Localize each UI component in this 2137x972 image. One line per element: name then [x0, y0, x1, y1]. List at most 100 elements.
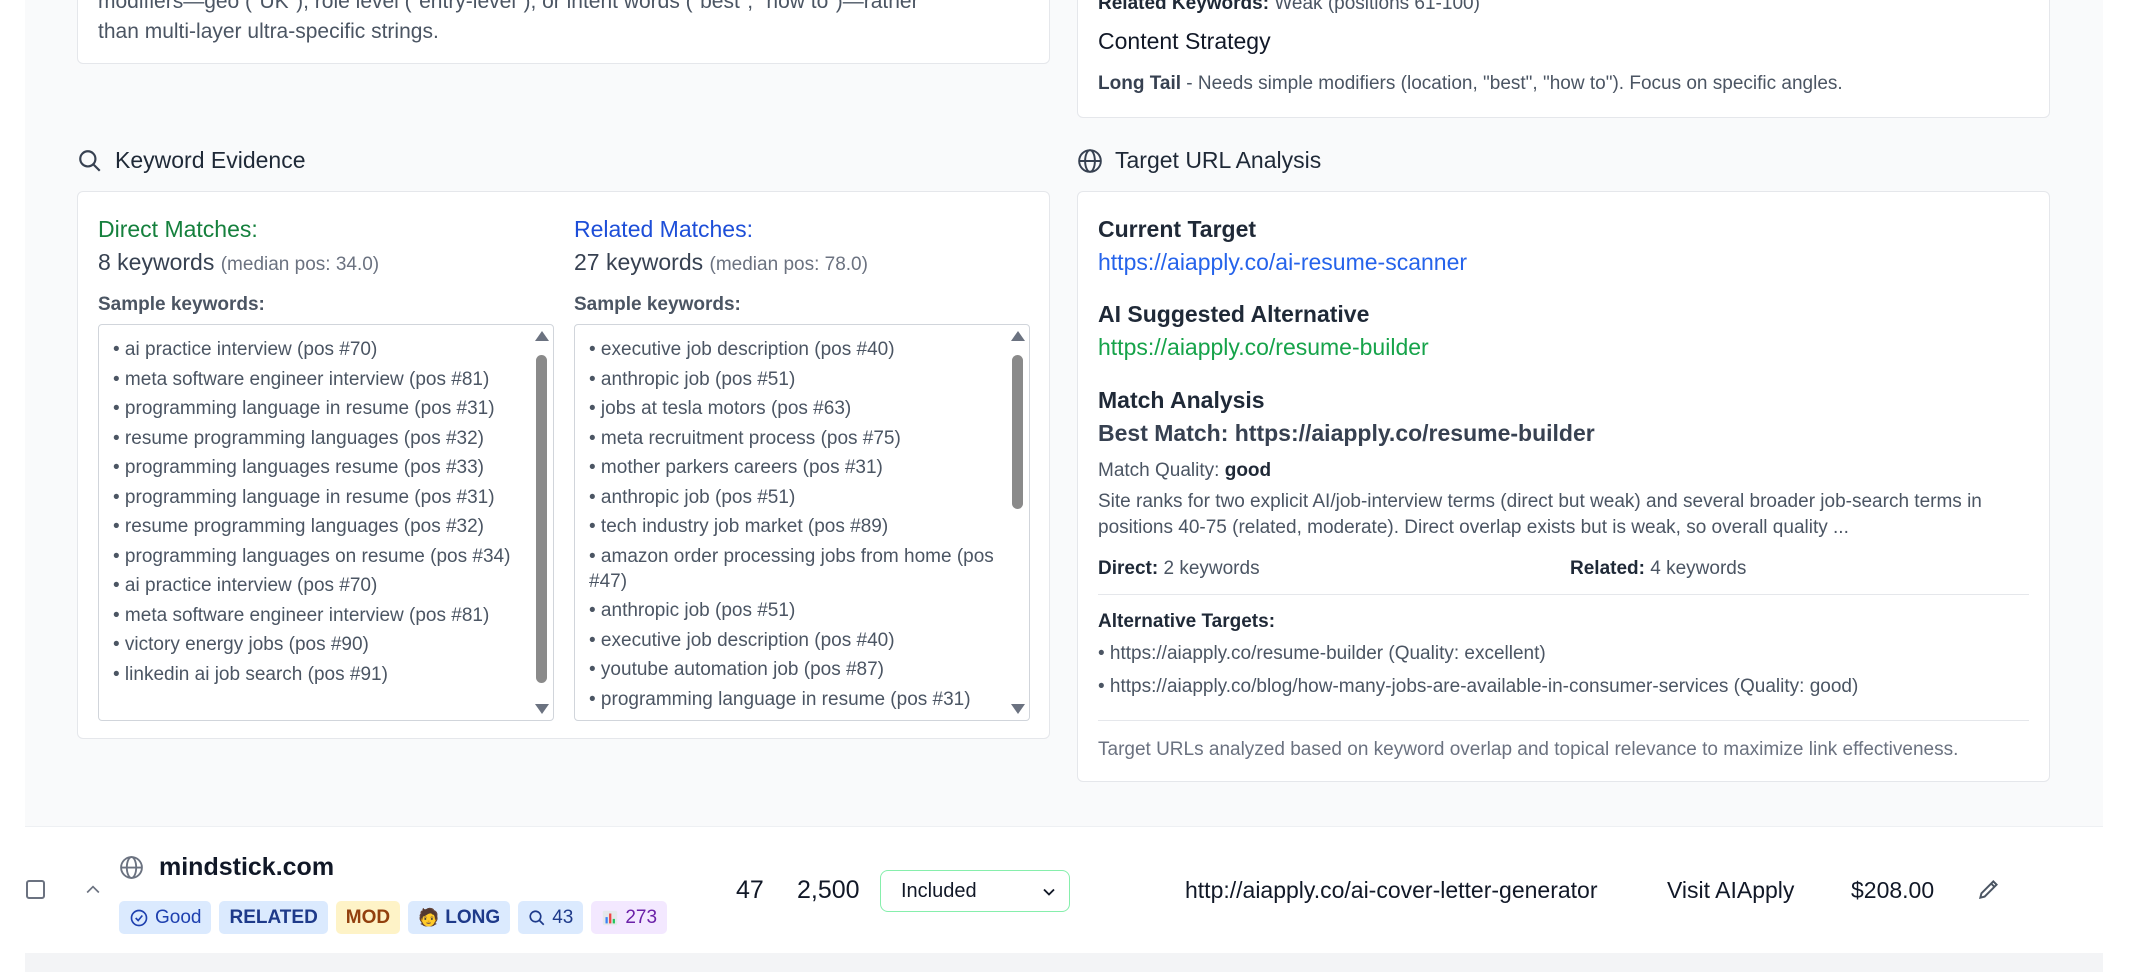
keyword-item: • ai practice interview (pos #70) [113, 575, 378, 596]
long-badge: 🧑 LONG [408, 901, 511, 934]
status-select[interactable]: Included [880, 870, 1070, 912]
summary-line-2: than multi-layer ultra-specific strings. [98, 20, 439, 43]
related-keywords-value: Weak (positions 61-100) [1274, 0, 1480, 14]
ai-alternative-label: AI Suggested Alternative [1098, 301, 1370, 327]
strategy-card: Related Keywords: Weak (positions 61-100… [1077, 0, 2050, 118]
row-domain[interactable]: mindstick.com [159, 853, 334, 882]
direct-list-scrollbar[interactable] [531, 325, 553, 720]
keyword-item: • anthropic job (pos #51) [589, 600, 796, 621]
row-badges: Good RELATED MOD 🧑 LONG 43 273 [119, 901, 668, 934]
keyword-item: • anthropic job (pos #51) [589, 368, 796, 390]
keyword-evidence-title: Keyword Evidence [115, 147, 306, 173]
globe-icon [1078, 148, 1102, 173]
chevron-up-icon[interactable] [83, 880, 103, 900]
keyword-item: • executive job description (pos #40) [589, 629, 895, 651]
search-icon [529, 909, 545, 925]
divider [1098, 720, 2029, 721]
related-label: Related: [1570, 558, 1645, 579]
keyword-item: • ai practice interview (pos #70) [113, 339, 378, 360]
keyword-item: • jobs at tesla motors (pos #63) [589, 398, 852, 419]
scroll-up-arrow-icon[interactable] [1011, 331, 1025, 341]
summary-line-1: modifiers—geo ("UK"), role level ("entry… [98, 0, 919, 13]
match-quality-value: good [1224, 460, 1272, 481]
scroll-down-arrow-icon[interactable] [1011, 704, 1025, 714]
search-icon [79, 149, 101, 172]
match-quality-label: Match Quality: [1098, 460, 1220, 481]
status-select-value: Included [901, 879, 977, 902]
keyword-item: • victory energy jobs (pos #90) [113, 634, 369, 655]
keyword-item: • anthropic job (pos #51) [589, 486, 796, 508]
keyword-item: • resume programming languages (pos #32) [113, 427, 485, 449]
related-keywords-list[interactable]: • executive job description (pos #40) • a… [574, 324, 1030, 721]
chart-count-label: 273 [625, 906, 658, 928]
row-checkbox[interactable] [26, 880, 45, 899]
related-keywords-label: Related Keywords: [1098, 0, 1270, 14]
keyword-item: • tech industry job market (pos #89) [589, 516, 889, 537]
row-target-url[interactable]: http://aiapply.co/ai-cover-letter-genera… [1185, 877, 1598, 904]
alternative-targets-label: Alternative Targets: [1098, 611, 1276, 632]
chevron-down-icon [1043, 888, 1055, 896]
direct-label: Direct: [1098, 558, 1159, 579]
globe-icon [120, 856, 143, 879]
match-description: Site ranks for two explicit AI/job-inter… [1098, 491, 1982, 538]
person-icon: 🧑 [418, 907, 440, 927]
direct-matches-label: Direct Matches: [98, 216, 258, 242]
row-traffic: 2,500 [797, 876, 860, 904]
direct-sample-label: Sample keywords: [98, 294, 265, 315]
alternative-target-item[interactable]: • https://aiapply.co/resume-builder (Qua… [1098, 641, 1546, 667]
keyword-item: • amazon order processing jobs from home… [589, 545, 994, 592]
search-count-label: 43 [552, 906, 574, 928]
target-url-header: Target URL Analysis [1077, 147, 1321, 174]
current-target-label: Current Target [1098, 216, 1257, 242]
row-price: $208.00 [1851, 877, 1935, 903]
scroll-thumb[interactable] [1012, 355, 1023, 509]
search-count-badge: 43 [518, 901, 584, 934]
check-circle-icon [130, 909, 148, 926]
match-analysis-title: Match Analysis [1098, 387, 1265, 413]
related-sample-label: Sample keywords: [574, 294, 741, 315]
related-list-scrollbar[interactable] [1007, 325, 1029, 720]
direct-count: Direct: 2 keywords [1098, 556, 1260, 582]
related-matches-count: 27 keywords (median pos: 78.0) [574, 249, 868, 276]
keyword-item: • programming languages resume (pos #33) [113, 457, 485, 478]
related-value: 4 keywords [1650, 558, 1747, 579]
analysis-summary-card: modifiers—geo ("UK"), role level ("entry… [77, 0, 1050, 64]
keyword-evidence-header: Keyword Evidence [77, 147, 306, 174]
chart-count-badge: 273 [591, 901, 668, 934]
keyword-item: • mother parkers careers (pos #31) [589, 457, 883, 478]
scroll-thumb[interactable] [536, 355, 547, 683]
keyword-item: • executive job description (pos #40) [589, 339, 895, 360]
direct-value: 2 keywords [1163, 558, 1260, 579]
edit-pencil-icon[interactable] [1976, 876, 2002, 902]
long-tail-text: - Needs simple modifiers (location, "bes… [1181, 73, 1843, 94]
scroll-down-arrow-icon[interactable] [535, 704, 549, 714]
direct-count-value: 8 keywords [98, 249, 215, 275]
keyword-item: • meta software engineer interview (pos … [113, 368, 490, 390]
quality-badge-label: Good [155, 906, 202, 928]
keyword-item: • programming language in resume (pos #3… [113, 486, 495, 508]
related-matches-label: Related Matches: [574, 216, 753, 242]
direct-median: (median pos: 34.0) [220, 254, 380, 275]
alternative-target-item[interactable]: • https://aiapply.co/blog/how-many-jobs-… [1098, 674, 1858, 700]
quality-badge: Good [119, 901, 212, 934]
scroll-up-arrow-icon[interactable] [535, 331, 549, 341]
ai-alternative-link[interactable]: https://aiapply.co/resume-builder [1098, 334, 1429, 361]
target-url-card: Current Target https://aiapply.co/ai-res… [1077, 191, 2050, 782]
related-count-value: 27 keywords [574, 249, 704, 275]
keyword-evidence-card: Direct Matches: 8 keywords (median pos: … [77, 191, 1050, 739]
best-match: Best Match: https://aiapply.co/resume-bu… [1098, 420, 1595, 446]
next-row-strip [25, 953, 2103, 972]
keyword-item: • linkedin ai job search (pos #91) [113, 663, 388, 685]
mod-badge-label: MOD [345, 906, 391, 928]
keyword-item: • youtube automation job (pos #87) [589, 659, 885, 680]
long-badge-label: LONG [445, 906, 501, 928]
current-target-link[interactable]: https://aiapply.co/ai-resume-scanner [1098, 249, 1467, 276]
divider [1098, 594, 2029, 595]
direct-matches-count: 8 keywords (median pos: 34.0) [98, 249, 379, 276]
related-badge: RELATED [219, 901, 328, 934]
direct-keywords-list[interactable]: • ai practice interview (pos #70) • meta … [98, 324, 554, 721]
bar-chart-icon [603, 910, 618, 925]
related-count: Related: 4 keywords [1570, 556, 1746, 582]
mod-badge: MOD [335, 901, 401, 934]
row-anchor-text: Visit AIApply [1667, 877, 1795, 903]
